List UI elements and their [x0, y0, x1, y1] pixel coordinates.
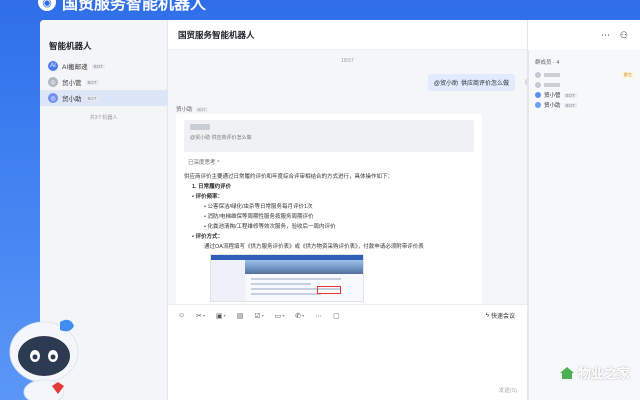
section-heading: 1. 日常履约评价: [192, 184, 232, 190]
message-list[interactable]: 18:57 @贸小助 供应商评价怎么做 贸小助 BOT @贸小助 供应商评价怎么…: [168, 50, 527, 304]
list-item: 公客保洁/绿化/虫杀等日常服务每月评价1次: [184, 202, 474, 212]
avatar: [535, 92, 541, 98]
robot-icon: ◎: [48, 93, 58, 103]
quote-text: @贸小助 供应商评价怎么做: [190, 135, 252, 141]
sidebar-item-maoxiaozhu[interactable]: ◎ 贸小助 BOT: [40, 90, 167, 106]
members-panel: ⋯ ⚇ 群成员 · 4 群主 贸小管 BOT 贸小助 BOT: [528, 20, 640, 400]
freq-title: 评价频率：: [184, 192, 474, 202]
bot-badge: BOT: [195, 106, 208, 112]
highlight-box: [317, 286, 341, 294]
message-text: 供应商评价怎么做: [460, 81, 509, 87]
sender-name: 贸小助: [176, 107, 193, 113]
bot-count: 共3个机器人: [89, 115, 118, 121]
check-icon[interactable]: ☑ ▾: [254, 312, 263, 320]
robot-icon: ◎: [48, 77, 58, 87]
message-timestamp: 18:57: [341, 58, 354, 64]
bot-badge: BOT: [563, 102, 577, 108]
mascot-illustration: [9, 319, 79, 400]
input-toolbar: ☺ ✂ ▾ ▣ ▾ ▤ ☑ ▾ ▭ ▾ ✆ ▾ ⋯ ▢ ϟ 快速会议: [168, 304, 527, 326]
message-input[interactable]: 发送(S): [168, 326, 527, 400]
quoted-message: @贸小助 供应商评价怎么做: [184, 120, 474, 152]
list-item: 化粪池清掏/工程维修等效次服务，验收后一周内评价: [184, 222, 474, 232]
sidebar-title: 智能机器人: [49, 41, 92, 51]
blurred-name: [190, 124, 210, 130]
robot-icon: AI: [48, 61, 58, 71]
chat-panel: 国贸服务智能机器人 18:57 @贸小助 供应商评价怎么做 贸小助 BOT @贸…: [168, 20, 528, 400]
member-list: 群成员 · 4 群主 贸小管 BOT 贸小助 BOT: [528, 50, 640, 400]
bot-badge: BOT: [85, 95, 99, 101]
sidebar-item-label: 贸小管: [62, 80, 82, 87]
member-item[interactable]: 贸小助 BOT: [535, 100, 634, 110]
main-window: 智能机器人 AI AI搬邮递 BOT ◎ 贸小管 BOT ◎ 贸小助 BOT 共…: [40, 20, 640, 400]
sidebar-item-maoxiaoguan[interactable]: ◎ 贸小管 BOT: [40, 74, 167, 90]
doc-icon[interactable]: ▤: [237, 312, 244, 320]
deep-thinking-toggle[interactable]: 已深度思考 ^: [188, 158, 474, 166]
folder-icon[interactable]: ▭ ▾: [275, 312, 285, 320]
more-icon[interactable]: ⋯: [315, 312, 322, 320]
list-item: 消防/电梯维保等周期性服务按服务周期评价: [184, 212, 474, 222]
bot-badge: BOT: [85, 79, 99, 85]
phone-icon[interactable]: ✆ ▾: [295, 312, 304, 320]
quick-meeting-button[interactable]: ϟ 快速会议: [485, 311, 515, 321]
mention: @贸小助: [433, 81, 458, 87]
member-name: 贸小助: [544, 103, 561, 109]
watermark-text: 物业之家: [577, 366, 630, 381]
member-name: 贸小管: [544, 93, 561, 99]
my-message-bubble[interactable]: @贸小助 供应商评价怎么做: [427, 74, 515, 91]
avatar: [535, 72, 541, 78]
blurred-name: [544, 73, 560, 77]
member-item[interactable]: 贸小管 BOT: [535, 90, 634, 100]
top-actions: ⋯ ⚇: [528, 20, 640, 50]
house-logo-icon: [559, 366, 574, 379]
sidebar-item-ai-mail[interactable]: AI AI搬邮递 BOT: [40, 58, 167, 74]
scissors-icon[interactable]: ✂ ▾: [196, 312, 205, 320]
app-title: 国贸服务智能机器人: [62, 0, 207, 13]
bot-badge: BOT: [91, 63, 105, 69]
member-item[interactable]: 群主: [535, 70, 634, 80]
watermark: 物业之家: [559, 363, 630, 382]
video-icon[interactable]: ▢: [333, 312, 340, 320]
bot-reply-bubble[interactable]: @贸小助 供应商评价怎么做 已深度思考 ^ 供应商评价主要通过日常履约评价和年度…: [176, 114, 482, 304]
lightning-icon: ϟ: [485, 312, 489, 319]
chat-title: 国贸服务智能机器人: [168, 20, 527, 50]
member-item[interactable]: [535, 80, 634, 90]
more-icon[interactable]: ⋯: [601, 30, 610, 41]
sidebar-item-label: AI搬邮递: [62, 64, 88, 71]
sidebar-item-label: 贸小助: [62, 96, 82, 103]
embedded-screenshot-image[interactable]: [210, 254, 364, 302]
avatar: [535, 82, 541, 88]
blurred-name: [544, 83, 560, 87]
app-logo-icon: ◉: [38, 0, 56, 11]
method-title: 评价方式：: [184, 232, 474, 242]
reply-sender: 贸小助 BOT: [176, 105, 208, 113]
reply-intro: 供应商评价主要通过日常履约评价和年度综合评审相结合的方式进行，具体操作如下：: [184, 174, 394, 180]
owner-badge: 群主: [622, 72, 634, 78]
image-icon[interactable]: ▣ ▾: [216, 312, 226, 320]
add-user-icon[interactable]: ⚇: [620, 30, 628, 41]
smile-icon[interactable]: ☺: [178, 312, 185, 319]
app-title-strip: ◉ 国贸服务智能机器人: [38, 0, 207, 13]
avatar[interactable]: [525, 78, 527, 86]
avatar: [535, 102, 541, 108]
method-text: 通过OA流程填写《供方服务评价表》或《供方物资采购评价表》，付款申请必须附带评价…: [204, 244, 424, 250]
bot-badge: BOT: [563, 92, 577, 98]
reply-content: 供应商评价主要通过日常履约评价和年度综合评审相结合的方式进行，具体操作如下： 1…: [184, 172, 474, 302]
send-button[interactable]: 发送(S): [499, 386, 517, 394]
quick-meeting-label: 快速会议: [490, 314, 515, 320]
member-count: 群成员 · 4: [535, 60, 560, 66]
